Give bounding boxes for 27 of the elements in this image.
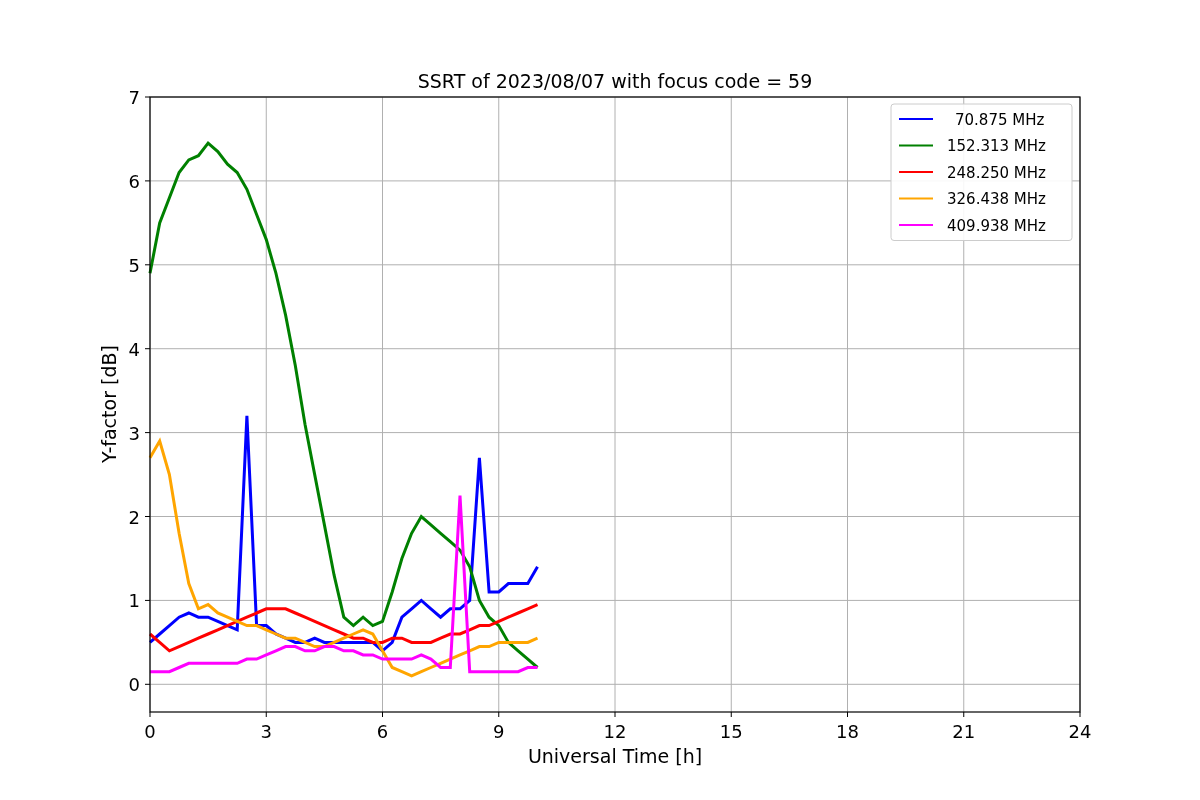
axis-label: Y-factor [dB] xyxy=(98,345,120,463)
tick-label: 12 xyxy=(603,721,627,742)
tick-label: 3 xyxy=(260,721,272,742)
legend-label: 70.875 MHz xyxy=(955,110,1045,129)
tick-label: 6 xyxy=(128,170,140,192)
tick-label: 15 xyxy=(719,721,743,742)
tick-label: 2 xyxy=(128,506,140,528)
chart-title: SSRT of 2023/08/07 with focus code = 59 xyxy=(417,70,813,92)
tick-label: 18 xyxy=(836,721,859,742)
axis-label: Universal Time [h] xyxy=(527,745,703,767)
legend-label: 409.938 MHz xyxy=(947,216,1046,235)
tick-label: 24 xyxy=(1068,721,1092,742)
tick-label: 5 xyxy=(128,254,140,276)
tick-label: 21 xyxy=(952,721,976,742)
legend-label: 152.313 MHz xyxy=(947,137,1046,155)
legend-label: 248.250 MHz xyxy=(947,163,1046,182)
tick-label: 1 xyxy=(128,590,140,612)
legend-label: 326.438 MHz xyxy=(947,190,1046,208)
tick-label: 6 xyxy=(376,721,389,742)
legend-swatch xyxy=(898,144,934,147)
tick-label: 0 xyxy=(144,721,156,742)
tick-label: 3 xyxy=(128,422,140,444)
legend-swatch xyxy=(898,197,934,200)
tick-label: 4 xyxy=(128,338,140,360)
tick-label: 7 xyxy=(128,87,140,108)
tick-label: 9 xyxy=(493,721,505,742)
tick-label: 0 xyxy=(128,674,140,696)
